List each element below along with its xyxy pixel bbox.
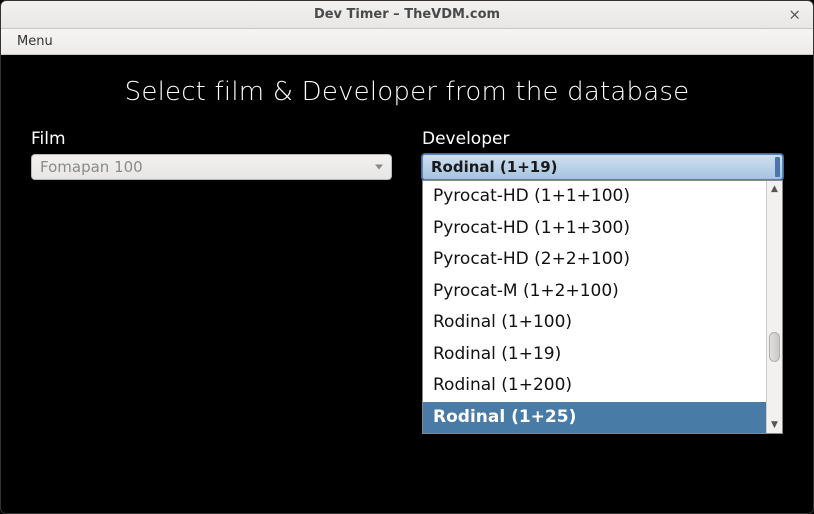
scroll-up-icon[interactable]: ▲ [767, 181, 782, 197]
menubar: Menu [1, 29, 813, 55]
menu-item-menu[interactable]: Menu [11, 31, 59, 52]
developer-option[interactable]: Pyrocat-M (1+2+100) [423, 276, 766, 308]
scroll-down-icon[interactable]: ▼ [767, 417, 782, 433]
developer-option[interactable]: Rodinal (1+100) [423, 307, 766, 339]
developer-value: Rodinal (1+19) [431, 158, 558, 176]
film-combobox[interactable]: Fomapan 100 [31, 154, 392, 180]
film-value: Fomapan 100 [40, 158, 143, 176]
window-title: Dev Timer – TheVDM.com [314, 7, 500, 22]
film-label: Film [31, 129, 392, 149]
developer-column: Developer Rodinal (1+19) Pyrocat-HD (1+1… [422, 129, 783, 180]
app-window: Dev Timer – TheVDM.com × Menu Select fil… [0, 0, 814, 514]
scroll-handle-icon [775, 157, 780, 177]
developer-option[interactable]: Rodinal (1+200) [423, 370, 766, 402]
titlebar: Dev Timer – TheVDM.com × [1, 1, 813, 29]
developer-option[interactable]: Pyrocat-HD (2+2+100) [423, 244, 766, 276]
developer-option-list: Pyrocat-HD (1+1+100)Pyrocat-HD (1+1+300)… [423, 181, 766, 433]
close-icon[interactable]: × [784, 7, 805, 22]
scroll-thumb[interactable] [769, 332, 780, 362]
developer-dropdown: Pyrocat-HD (1+1+100)Pyrocat-HD (1+1+300)… [422, 180, 783, 434]
developer-option[interactable]: Rodinal (1+25) [423, 402, 766, 434]
page-title: Select film & Developer from the databas… [31, 65, 783, 129]
developer-option[interactable]: Pyrocat-HD (1+1+300) [423, 213, 766, 245]
developer-label: Developer [422, 129, 783, 149]
form-columns: Film Fomapan 100 Developer Rodinal (1+19… [31, 129, 783, 180]
chevron-down-icon [375, 165, 383, 170]
developer-option[interactable]: Pyrocat-HD (1+1+100) [423, 181, 766, 213]
developer-option[interactable]: Rodinal (1+19) [423, 339, 766, 371]
developer-combobox[interactable]: Rodinal (1+19) [422, 154, 783, 180]
content-area: Select film & Developer from the databas… [1, 55, 813, 513]
film-column: Film Fomapan 100 [31, 129, 392, 180]
scrollbar[interactable]: ▲ ▼ [766, 181, 782, 433]
